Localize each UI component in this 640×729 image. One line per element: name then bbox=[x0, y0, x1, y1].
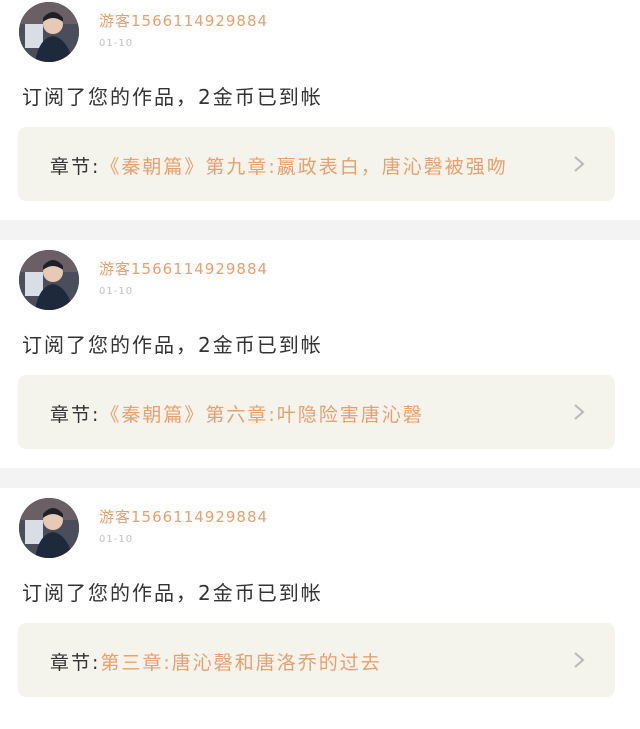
notification-message: 订阅了您的作品，2金币已到帐 bbox=[22, 581, 323, 605]
avatar-image bbox=[19, 2, 79, 62]
chapter-title: 《秦朝篇》第九章:嬴政表白，唐沁磬被强吻 bbox=[100, 156, 508, 178]
notification-message: 订阅了您的作品，2金币已到帐 bbox=[22, 85, 323, 109]
chevron-right-icon bbox=[574, 652, 585, 668]
chapter-prefix: 章节: bbox=[50, 404, 101, 426]
username[interactable]: 游客15661149​29884 bbox=[99, 10, 268, 31]
chapter-prefix: 章节: bbox=[50, 652, 101, 674]
notification-card: 游客15661149​29884 01-10 订阅了您的作品，2金币已到帐 章节… bbox=[0, 0, 640, 220]
chapter-text: 章节:《秦朝篇》第九章:嬴政表白，唐沁磬被强吻 bbox=[50, 152, 508, 179]
timestamp: 01-10 bbox=[99, 534, 134, 545]
chapter-text: 章节:《秦朝篇》第六章:叶隐险害唐沁磬 bbox=[50, 400, 424, 427]
notification-message: 订阅了您的作品，2金币已到帐 bbox=[22, 333, 323, 357]
notification-card: 游客1566114929884 01-10 订阅了您的作品，2金币已到帐 章节:… bbox=[0, 240, 640, 468]
chapter-title: 《秦朝篇》第六章:叶隐险害唐沁磬 bbox=[100, 404, 424, 426]
avatar-image bbox=[19, 498, 79, 558]
avatar[interactable] bbox=[19, 498, 79, 558]
avatar-image bbox=[19, 250, 79, 310]
chevron-right-icon bbox=[574, 156, 585, 172]
avatar[interactable] bbox=[19, 2, 79, 62]
chapter-title: 第三章:唐沁磬和唐洛乔的过去 bbox=[100, 652, 382, 674]
username[interactable]: 游客1566114929884 bbox=[99, 506, 268, 527]
chevron-right-icon bbox=[574, 404, 585, 420]
chapter-link[interactable]: 章节:第三章:唐沁磬和唐洛乔的过去 bbox=[18, 623, 615, 697]
chapter-link[interactable]: 章节:《秦朝篇》第六章:叶隐险害唐沁磬 bbox=[18, 375, 615, 449]
timestamp: 01-10 bbox=[99, 286, 134, 297]
notification-feed: 游客15661149​29884 01-10 订阅了您的作品，2金币已到帐 章节… bbox=[0, 0, 640, 716]
divider bbox=[0, 220, 640, 240]
chapter-text: 章节:第三章:唐沁磬和唐洛乔的过去 bbox=[50, 648, 382, 675]
chapter-link[interactable]: 章节:《秦朝篇》第九章:嬴政表白，唐沁磬被强吻 bbox=[18, 127, 615, 201]
notification-card: 游客1566114929884 01-10 订阅了您的作品，2金币已到帐 章节:… bbox=[0, 488, 640, 716]
divider bbox=[0, 468, 640, 488]
chapter-prefix: 章节: bbox=[50, 156, 101, 178]
timestamp: 01-10 bbox=[99, 38, 134, 49]
avatar[interactable] bbox=[19, 250, 79, 310]
username[interactable]: 游客1566114929884 bbox=[99, 258, 268, 279]
